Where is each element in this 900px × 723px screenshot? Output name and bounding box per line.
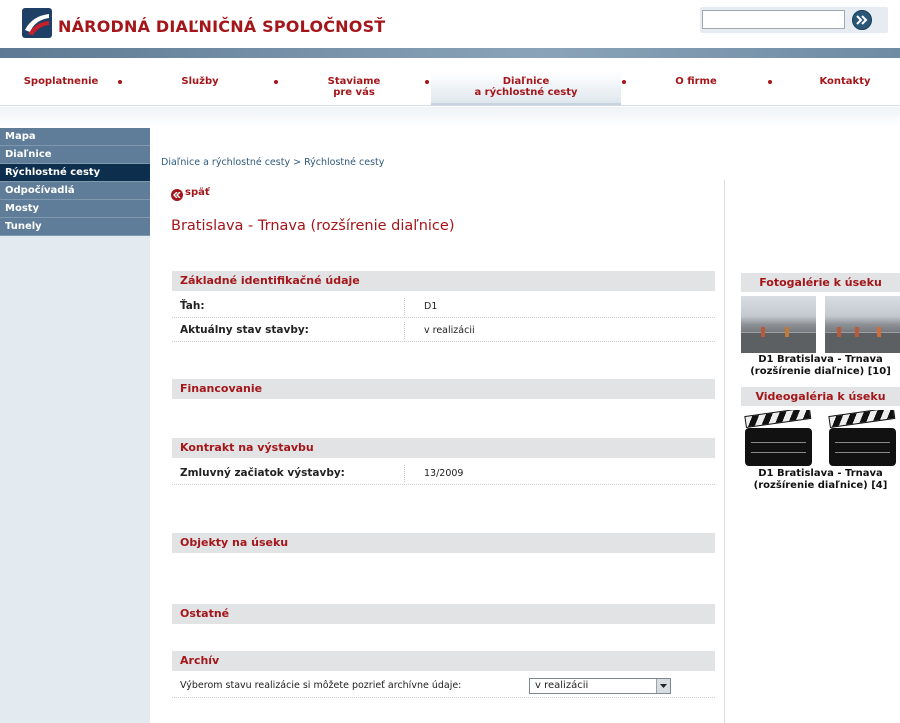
row-key: Aktuálny stav stavby:: [180, 324, 309, 336]
clapper-line: [751, 442, 806, 443]
caption-line: D1 Bratislava - Trnava: [758, 468, 883, 479]
section-heading-archive: Archív: [172, 651, 715, 671]
photo-gallery-heading: Fotogalérie k úseku: [741, 273, 900, 292]
table-row: Zmluvný začiatok výstavby: 13/2009: [172, 462, 715, 485]
row-key: Ťah:: [180, 300, 205, 312]
section-heading-basic: Základné identifikačné údaje: [172, 271, 715, 291]
nav-item-o-firme[interactable]: O firme: [660, 76, 732, 87]
photo-detail: [855, 327, 859, 337]
nav-item-dialnice[interactable]: Diaľnice a rýchlostné cesty: [431, 58, 621, 105]
sidebar-item-mosty[interactable]: Mosty: [0, 200, 150, 218]
clapper-line: [835, 442, 890, 443]
nav-item-label: a rýchlostné cesty: [474, 87, 578, 98]
nav-separator: [425, 80, 429, 84]
nav-separator: [118, 80, 122, 84]
nav-shadow: [0, 107, 900, 127]
double-arrow-right-icon: [856, 15, 868, 25]
clapper-stripe: [828, 410, 896, 428]
back-link-label: späť: [185, 187, 210, 198]
row-value: 13/2009: [424, 468, 464, 479]
section-heading-financing: Financovanie: [172, 379, 715, 399]
logo-text[interactable]: NÁRODNÁ DIAĽNIČNÁ SPOLOČNOSŤ: [58, 17, 385, 36]
sidebar-item-odpocivadla[interactable]: Odpočívadlá: [0, 182, 150, 200]
nav-item-label: Staviame: [327, 76, 381, 87]
caption-line: D1 Bratislava - Trnava: [758, 354, 883, 365]
logo-icon[interactable]: [22, 8, 52, 38]
top-nav: Spoplatnenie Služby Staviame pre vás Dia…: [0, 58, 900, 106]
row-separator: [404, 322, 405, 339]
header-divider: [0, 48, 900, 58]
column-divider: [724, 180, 725, 723]
caption-line: (rozšírenie diaľnice) [10]: [750, 366, 891, 377]
caption-line: (rozšírenie diaľnice) [4]: [753, 480, 888, 491]
nav-item-label: O firme: [675, 76, 717, 87]
search-button[interactable]: [852, 10, 872, 30]
section-heading-other: Ostatné: [172, 604, 715, 624]
nav-item-kontakty[interactable]: Kontakty: [808, 76, 882, 87]
video-gallery-heading: Videogaléria k úseku: [741, 387, 900, 406]
clapper-line: [835, 452, 890, 453]
archive-label: Výberom stavu realizácie si môžete pozri…: [180, 680, 462, 691]
clapper-body: [829, 428, 896, 466]
nav-separator: [622, 80, 626, 84]
video-clapperboard-icon[interactable]: [825, 410, 900, 467]
row-key: Zmluvný začiatok výstavby:: [180, 467, 345, 479]
page-title: Bratislava - Trnava (rozšírenie diaľnice…: [171, 218, 455, 234]
row-separator: [404, 465, 405, 482]
clapper-line: [751, 452, 806, 453]
nav-item-label: Spoplatnenie: [23, 76, 99, 87]
sidebar: Mapa Diaľnice Rýchlostné cesty Odpočívad…: [0, 128, 150, 723]
nav-item-label: pre vás: [333, 87, 375, 98]
clapper-body: [745, 428, 812, 466]
breadcrumb[interactable]: Diaľnice a rýchlostné cesty > Rýchlostné…: [161, 157, 384, 168]
nav-separator: [274, 80, 278, 84]
photo-thumbnail[interactable]: [825, 296, 900, 353]
photo-gallery-caption[interactable]: D1 Bratislava - Trnava (rozšírenie diaľn…: [741, 354, 900, 378]
section-heading-objects: Objekty na úseku: [172, 533, 715, 553]
archive-row: Výberom stavu realizácie si môžete pozri…: [172, 674, 715, 698]
nav-item-label: Kontakty: [819, 76, 871, 87]
nav-item-label: Služby: [181, 76, 219, 87]
double-arrow-left-icon: [171, 189, 183, 201]
nav-item-label: Diaľnice: [502, 76, 550, 87]
archive-select-value: v realizácii: [535, 680, 589, 691]
video-clapperboard-icon[interactable]: [741, 410, 816, 467]
nav-item-spoplatnenie[interactable]: Spoplatnenie: [18, 76, 104, 87]
chevron-down-icon[interactable]: [656, 679, 670, 693]
sidebar-item-rychlostne-cesty[interactable]: Rýchlostné cesty: [0, 164, 150, 182]
section-heading-contract: Kontrakt na výstavbu: [172, 438, 715, 458]
search-box: [700, 7, 888, 33]
sidebar-item-tunely[interactable]: Tunely: [0, 218, 150, 236]
clapper-stripe: [744, 410, 812, 428]
row-value: v realizácii: [424, 325, 475, 336]
sidebar-item-dialnice[interactable]: Diaľnice: [0, 146, 150, 164]
table-row: Ťah: D1: [172, 295, 715, 318]
search-input[interactable]: [702, 10, 845, 29]
header: NÁRODNÁ DIAĽNIČNÁ SPOLOČNOSŤ: [0, 0, 900, 48]
row-value: D1: [424, 301, 438, 312]
nav-item-staviame-pre-vas[interactable]: Staviame pre vás: [310, 76, 398, 98]
photo-detail: [741, 333, 816, 353]
photo-detail: [877, 327, 881, 337]
table-row: Aktuálny stav stavby: v realizácii: [172, 319, 715, 342]
photo-detail: [761, 327, 765, 337]
nav-separator: [768, 80, 772, 84]
nav-item-sluzby[interactable]: Služby: [160, 76, 240, 87]
photo-thumbnail[interactable]: [741, 296, 816, 353]
sidebar-item-mapa[interactable]: Mapa: [0, 128, 150, 146]
archive-status-select[interactable]: v realizácii: [529, 678, 671, 694]
video-gallery-caption[interactable]: D1 Bratislava - Trnava (rozšírenie diaľn…: [741, 468, 900, 492]
photo-detail: [837, 327, 841, 337]
row-separator: [404, 298, 405, 315]
photo-detail: [785, 327, 789, 337]
